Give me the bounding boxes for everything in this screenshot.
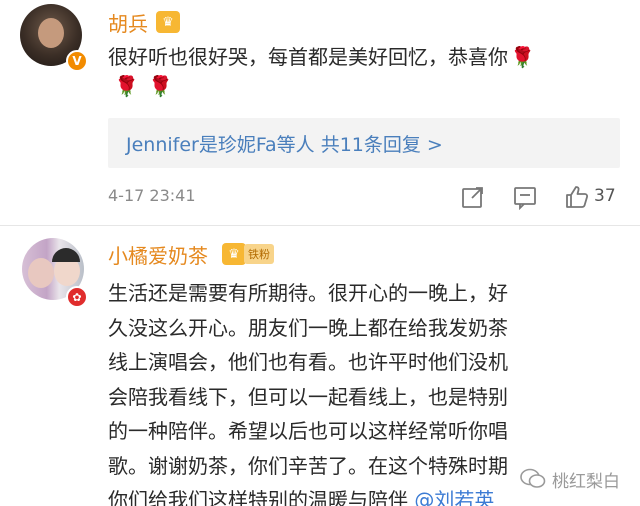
rose-icon: 🌹: [148, 74, 173, 98]
comment-item: ✿ 小橘爱奶茶 ♛ 铁粉 生活还是需要有所期待。很开心的一晚上，好久没这么开心。…: [0, 226, 640, 506]
comment-text-content: 很好听也很好哭，每首都是美好回忆，恭喜你: [108, 45, 508, 69]
reply-button[interactable]: [512, 184, 538, 211]
rose-icon: 🌹: [510, 45, 535, 69]
share-icon: [462, 187, 483, 208]
replies-summary-text: Jennifer是珍妮Fa等人 共11条回复 >: [126, 133, 443, 156]
comment-text: 很好听也很好哭，每首都是美好回忆，恭喜你 🌹: [108, 40, 628, 74]
crown-icon: ♛: [156, 11, 180, 33]
like-count: 37: [594, 186, 616, 206]
replies-summary-link[interactable]: Jennifer是珍妮Fa等人 共11条回复 >: [108, 118, 620, 168]
like-icon: [566, 186, 589, 208]
comment-text-content: 生活还是需要有所期待。很开心的一晚上，好久没这么开心。朋友们一晚上都在给我发奶茶…: [108, 281, 508, 506]
rose-icon: 🌹: [114, 74, 139, 98]
comment-item: V 胡兵 ♛ 很好听也很好哭，每首都是美好回忆，恭喜你 🌹 🌹 🌹 Jennife…: [0, 0, 640, 225]
watermark-text: 桃红梨白: [552, 471, 620, 492]
watermark: 桃红梨白: [520, 466, 620, 492]
comment-username[interactable]: 胡兵: [108, 8, 148, 37]
wechat-icon: [520, 468, 546, 488]
timestamp: 4-17 23:41: [108, 186, 196, 205]
share-button[interactable]: [460, 184, 486, 210]
comment-username[interactable]: 小橘爱奶茶: [108, 240, 208, 269]
comment-text: 生活还是需要有所期待。很开心的一晚上，好久没这么开心。朋友们一晚上都在给我发奶茶…: [108, 276, 508, 506]
verified-badge-icon: ✿: [66, 286, 88, 308]
like-button[interactable]: [564, 184, 590, 210]
crown-icon: ♛: [222, 243, 246, 265]
emoji-row: 🌹 🌹: [112, 74, 175, 98]
comment-meta: 4-17 23:41 37: [108, 184, 628, 211]
verified-badge-icon: V: [66, 50, 88, 72]
reply-icon: [514, 187, 536, 211]
fan-tag-badge: 铁粉: [244, 244, 274, 264]
mention-link[interactable]: @刘若英: [414, 488, 494, 506]
